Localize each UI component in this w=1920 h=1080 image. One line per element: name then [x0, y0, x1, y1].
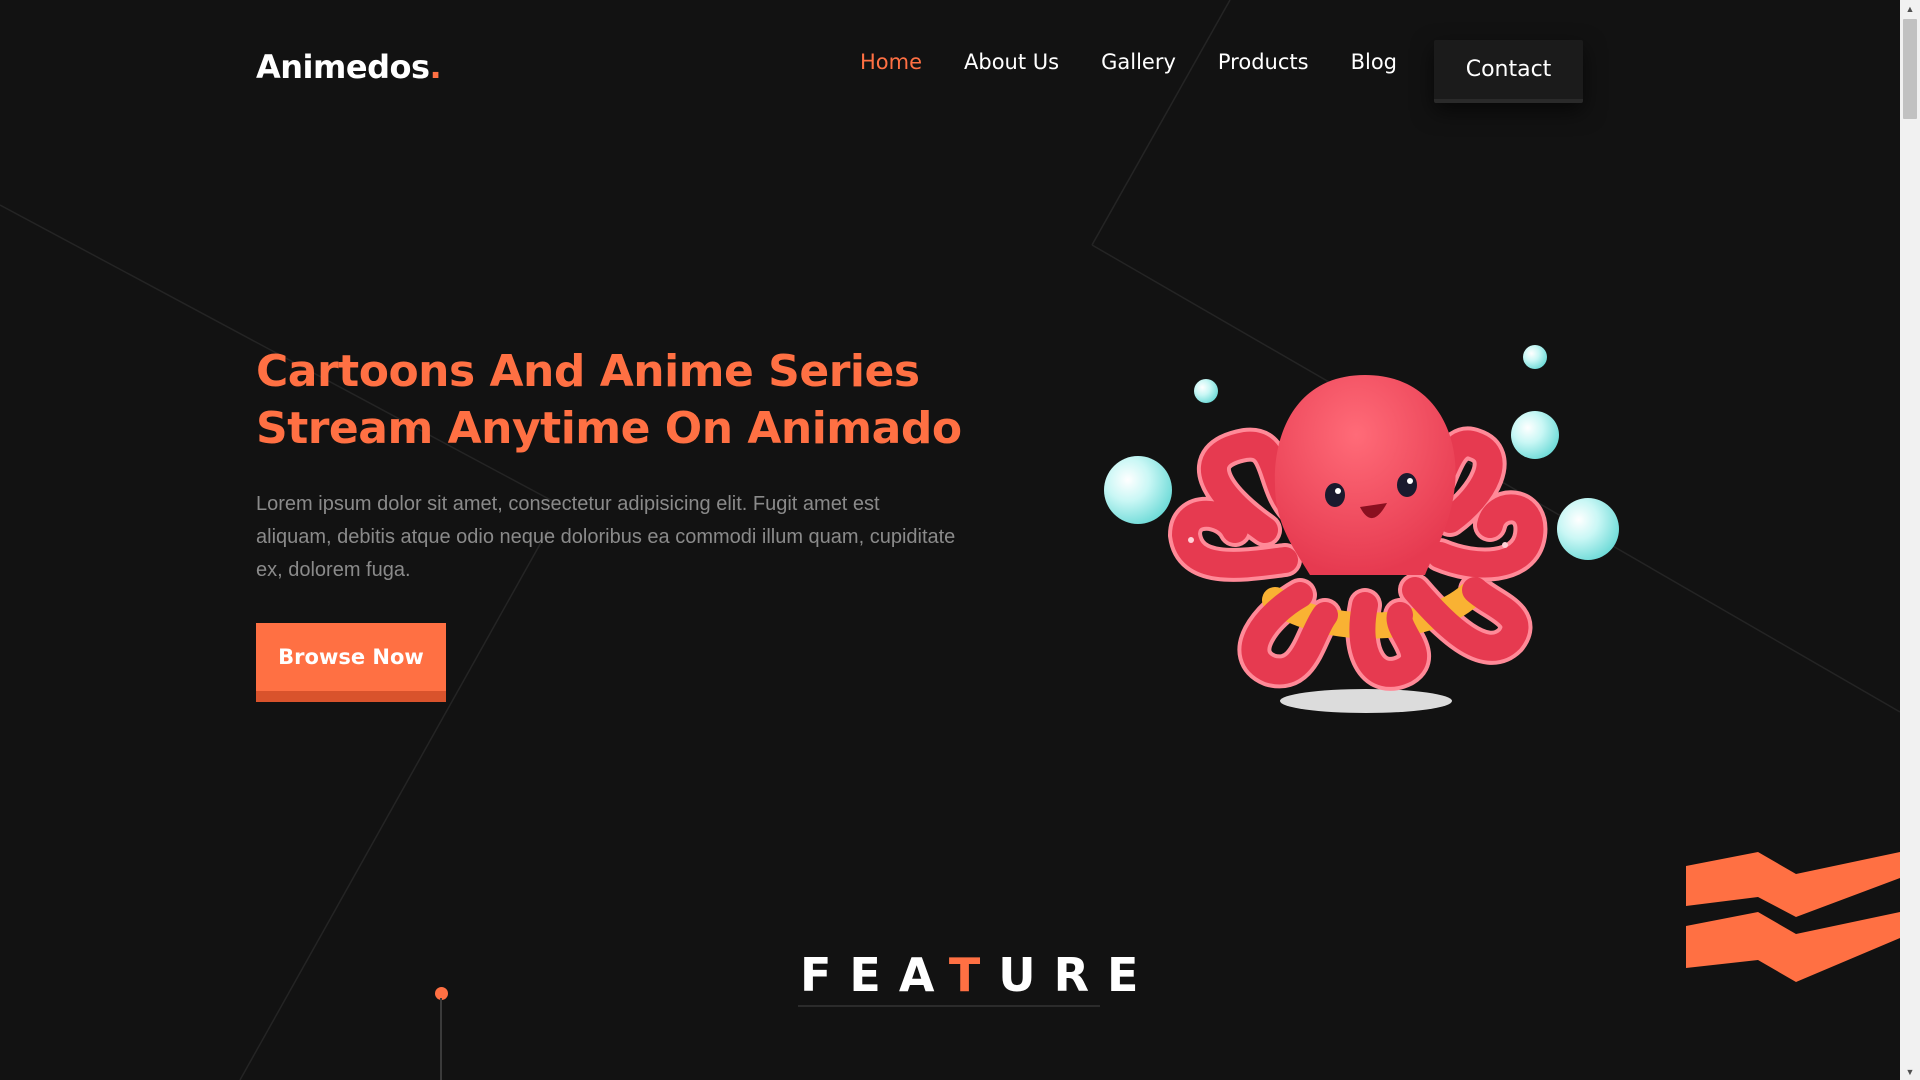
browse-now-button[interactable]: Browse Now [256, 623, 446, 702]
bubble [1557, 498, 1619, 560]
chevrons-decoration [1686, 852, 1900, 982]
bubble [1194, 379, 1218, 403]
feature-title-highlight: T [948, 948, 999, 1002]
logo-dot: . [429, 48, 442, 86]
scroll-up-arrow-icon[interactable]: ▲ [1900, 0, 1920, 17]
bubble [1523, 345, 1547, 369]
octopus-illustration [1104, 345, 1619, 713]
scroll-thumb[interactable] [1903, 19, 1917, 119]
octopus-body [1274, 375, 1456, 575]
hero-description: Lorem ipsum dolor sit amet, consectetur … [256, 493, 956, 581]
nav-gallery[interactable]: Gallery [1101, 50, 1176, 74]
bubble [1104, 456, 1172, 524]
bubble [1511, 411, 1559, 459]
scrollbar[interactable]: ▲ ▼ [1900, 0, 1920, 1080]
timeline-line [440, 998, 442, 1080]
hero-title-line-2: Stream Anytime On Animado [256, 403, 962, 454]
nav-blog[interactable]: Blog [1351, 50, 1397, 74]
logo[interactable]: Animedos. [256, 48, 442, 86]
hero-title-line-1: Cartoons And Anime Series [256, 346, 920, 397]
main-nav: Home About Us Gallery Products Blog [860, 50, 1439, 74]
hero-title: Cartoons And Anime Series Stream Anytime… [256, 343, 976, 457]
octopus-shadow [1280, 689, 1452, 713]
feature-underline [798, 1005, 1100, 1007]
feature-title: FEATURE [800, 948, 1157, 1002]
nav-home[interactable]: Home [860, 50, 922, 74]
page: Animedos. Home About Us Gallery Products… [0, 0, 1900, 1080]
nav-about-us[interactable]: About Us [964, 50, 1059, 74]
scroll-down-arrow-icon[interactable]: ▼ [1900, 1063, 1920, 1080]
octopus-eye [1325, 483, 1345, 507]
contact-button[interactable]: Contact [1434, 40, 1583, 103]
nav-products[interactable]: Products [1218, 50, 1309, 74]
octopus-eye [1397, 473, 1417, 497]
